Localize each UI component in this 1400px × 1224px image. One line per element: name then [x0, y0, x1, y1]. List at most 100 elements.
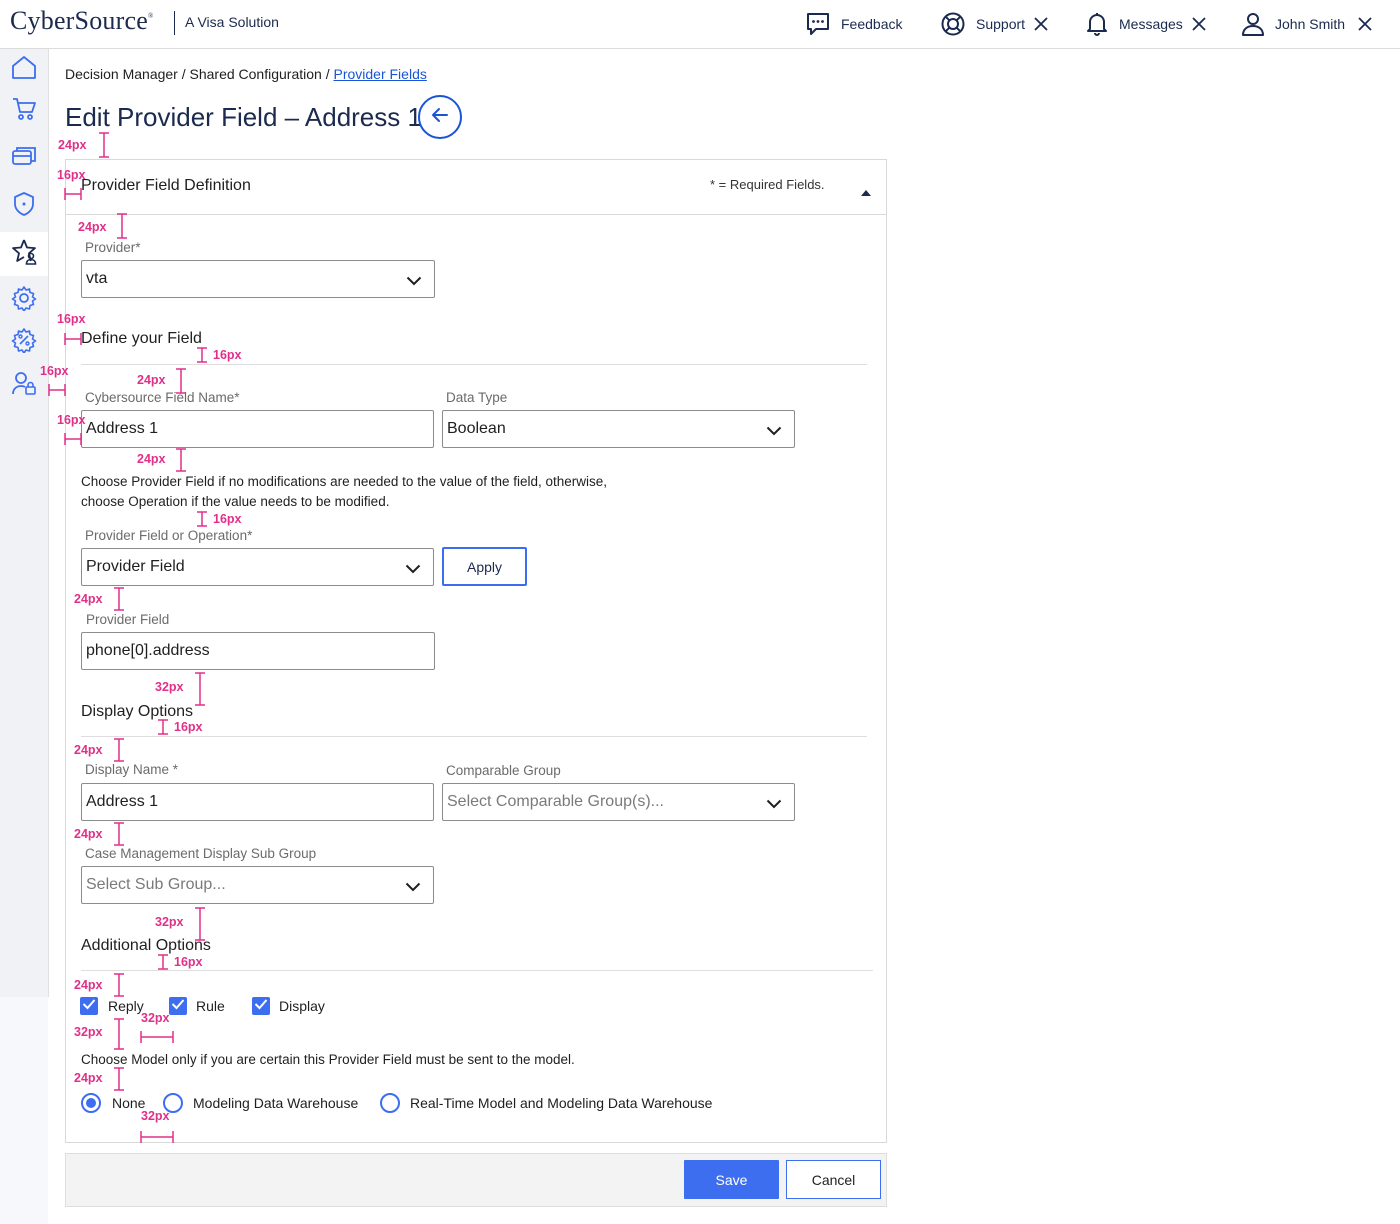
close-icon[interactable]: [1033, 16, 1049, 32]
display-checkbox[interactable]: [252, 997, 270, 1015]
apply-button[interactable]: Apply: [442, 547, 527, 586]
brand-mark: ®: [147, 12, 154, 20]
sidebar-item-settings[interactable]: [8, 284, 40, 316]
brand-tagline: A Visa Solution: [185, 14, 279, 30]
spacing-annotation: 32px: [155, 680, 184, 694]
collapse-caret-icon[interactable]: [860, 184, 872, 202]
sidebar-bottom: [0, 997, 48, 1224]
gear-icon: [11, 285, 37, 316]
support-menu[interactable]: Support: [940, 10, 1049, 38]
sidebar-item-home[interactable]: [8, 53, 40, 85]
radio-none[interactable]: [81, 1093, 101, 1113]
sidebar-item-fees[interactable]: [8, 326, 40, 358]
spacing-annotation: 24px: [74, 1071, 103, 1085]
feedback-button[interactable]: Feedback: [805, 10, 902, 38]
chevron-down-icon: [405, 879, 421, 897]
spacing-annotation: 32px: [141, 1109, 170, 1123]
sidebar-item-cart[interactable]: [8, 95, 40, 127]
case-sub-group-placeholder: Select Sub Group...: [86, 876, 226, 893]
comparable-group-label: Comparable Group: [446, 763, 561, 778]
display-name-input[interactable]: Address 1: [81, 783, 434, 821]
brand-logo[interactable]: CyberSource®: [10, 6, 153, 36]
cybersource-field-name-input[interactable]: Address 1: [81, 410, 434, 448]
checkmark-icon: [254, 997, 268, 1015]
spacing-annotation: 24px: [137, 373, 166, 387]
radio-realtime-model[interactable]: [380, 1093, 400, 1113]
provider-field-input[interactable]: phone[0].address: [81, 632, 435, 670]
save-button[interactable]: Save: [684, 1160, 779, 1199]
feedback-icon: [805, 11, 831, 37]
provider-label: Provider*: [85, 240, 141, 255]
case-sub-group-select[interactable]: Select Sub Group...: [81, 866, 434, 904]
spacing-annotation: 24px: [137, 452, 166, 466]
page-title: Edit Provider Field – Address 1: [65, 102, 422, 132]
arrow-left-icon: [429, 104, 451, 131]
bell-icon: [1085, 11, 1109, 37]
data-type-label: Data Type: [446, 390, 508, 405]
cart-icon: [11, 96, 37, 127]
spacing-annotation: 16px: [174, 955, 203, 969]
display-name-value: Address 1: [86, 793, 159, 810]
messages-label: Messages: [1119, 16, 1183, 32]
required-note: * = Required Fields.: [710, 177, 825, 192]
display-name-label: Display Name *: [85, 762, 179, 777]
spacing-annotation: 16px: [40, 364, 69, 378]
close-icon[interactable]: [1357, 16, 1373, 32]
spacing-annotation: 32px: [155, 915, 184, 929]
data-type-select[interactable]: Boolean: [442, 410, 795, 448]
provider-field-or-operation-value: Provider Field: [86, 558, 185, 575]
messages-menu[interactable]: Messages: [1085, 10, 1207, 38]
spacing-annotation: 16px: [213, 512, 242, 526]
sidebar-item-account[interactable]: [8, 369, 40, 401]
provider-field-or-operation-select[interactable]: Provider Field: [81, 548, 434, 586]
star-person-icon: [10, 238, 38, 271]
sidebar: [0, 49, 49, 997]
rule-checkbox[interactable]: [169, 997, 187, 1015]
top-bar: CyberSource® A Visa Solution Feedback Su…: [0, 0, 1400, 49]
checkmark-icon: [171, 997, 185, 1015]
breadcrumb: Decision Manager / Shared Configuration …: [65, 66, 427, 82]
section-divider: [81, 736, 867, 737]
spacing-annotation: 24px: [74, 978, 103, 992]
close-icon[interactable]: [1191, 16, 1207, 32]
sidebar-item-security[interactable]: [8, 190, 40, 222]
choose-note-line-2: choose Operation if the value needs to b…: [81, 494, 390, 509]
spacing-annotation: 24px: [74, 592, 103, 606]
sidebar-item-decision-manager[interactable]: [0, 232, 48, 276]
spacing-annotation: 24px: [58, 138, 87, 152]
reply-checkbox-label: Reply: [108, 998, 144, 1014]
comparable-group-select[interactable]: Select Comparable Group(s)...: [442, 783, 795, 821]
breadcrumb-link-provider-fields[interactable]: Provider Fields: [333, 66, 426, 82]
spacing-annotation: 16px: [57, 312, 86, 326]
checkmark-icon: [82, 997, 96, 1015]
provider-select[interactable]: vta: [81, 260, 435, 298]
sidebar-item-payments[interactable]: [8, 142, 40, 174]
chevron-down-icon: [766, 423, 782, 441]
shield-icon: [11, 191, 37, 222]
spacing-annotation: 32px: [74, 1025, 103, 1039]
define-field-heading: Define your Field: [81, 330, 202, 347]
additional-options-heading: Additional Options: [81, 937, 211, 954]
back-button[interactable]: [418, 95, 462, 139]
user-menu[interactable]: John Smith: [1240, 10, 1373, 38]
user-icon: [1240, 11, 1266, 37]
spacing-annotation: 16px: [57, 413, 86, 427]
breadcrumb-path: Decision Manager / Shared Configuration …: [65, 66, 334, 82]
spacing-annotation: 16px: [213, 348, 242, 362]
reply-checkbox[interactable]: [80, 997, 98, 1015]
spacing-annotation: 16px: [57, 168, 86, 182]
chevron-down-icon: [766, 796, 782, 814]
cancel-button[interactable]: Cancel: [786, 1160, 881, 1199]
case-sub-group-label: Case Management Display Sub Group: [85, 846, 317, 861]
spacing-annotation: 24px: [74, 743, 103, 757]
chevron-down-icon: [406, 273, 422, 291]
provider-field-label: Provider Field: [86, 612, 170, 627]
user-name: John Smith: [1275, 16, 1346, 32]
rule-checkbox-label: Rule: [196, 998, 225, 1014]
cybersource-field-name-value: Address 1: [86, 420, 159, 437]
spacing-annotation: 24px: [78, 220, 107, 234]
model-note: Choose Model only if you are certain thi…: [81, 1052, 575, 1067]
display-checkbox-label: Display: [279, 998, 325, 1014]
chevron-down-icon: [405, 561, 421, 579]
logo-divider: [174, 11, 175, 35]
